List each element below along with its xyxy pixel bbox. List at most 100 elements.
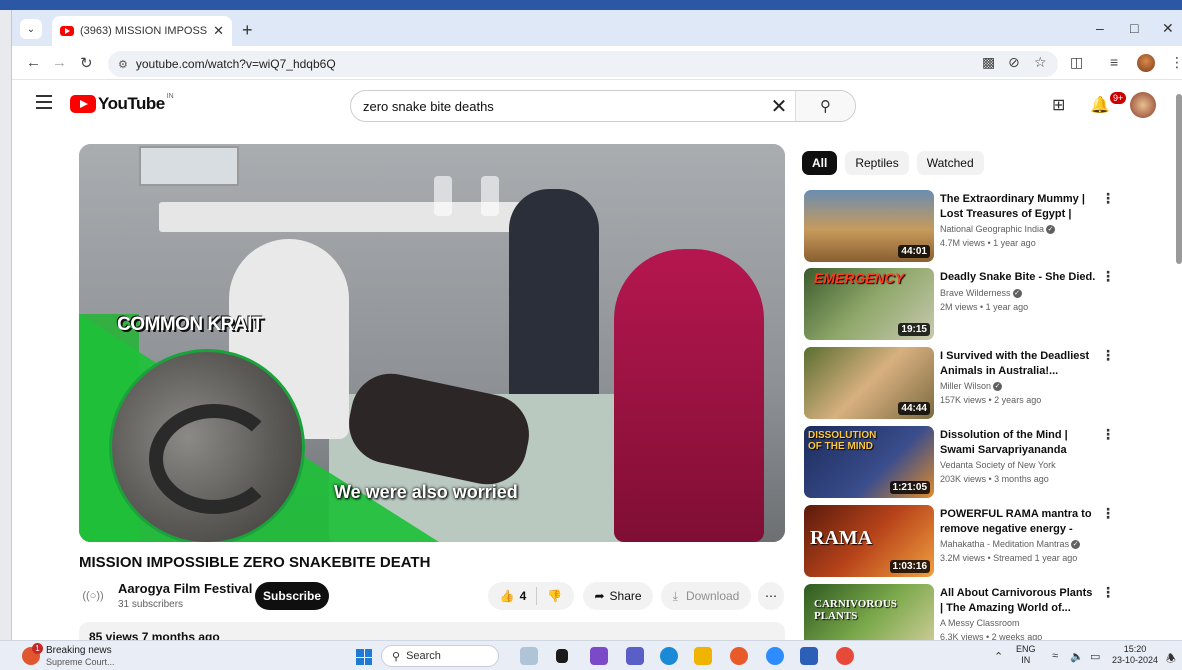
notification-center-icon[interactable]: 🕭 <box>1166 650 1176 669</box>
create-video-icon[interactable]: ⊞ <box>1052 95 1065 115</box>
battery-icon[interactable]: ▭ <box>1090 650 1100 663</box>
subscribe-button[interactable]: Subscribe <box>255 582 329 610</box>
download-button[interactable]: ⤓ Download <box>661 582 751 610</box>
recommendation-title[interactable]: The Extraordinary Mummy | Lost Treasures… <box>940 192 1096 222</box>
reload-icon[interactable]: ↻ <box>80 54 93 72</box>
search-button[interactable]: ⚲ <box>795 91 855 121</box>
maximize-icon[interactable]: □ <box>1130 20 1138 36</box>
notifications-bell-icon[interactable]: 🔔 <box>1090 95 1110 115</box>
recommendation-channel[interactable]: Mahakatha - Meditation Mantras ✓ <box>940 539 1081 550</box>
landscape-app-icon[interactable] <box>520 647 538 665</box>
recommendation-channel[interactable]: A Messy Classroom <box>940 618 1020 628</box>
browser-tab-active[interactable]: (3963) MISSION IMPOSSIBLE ZE ✕ <box>52 16 232 46</box>
minimize-icon[interactable]: – <box>1096 20 1104 36</box>
language-indicator[interactable]: ENG IN <box>1016 644 1036 666</box>
chrome-icon[interactable] <box>836 647 854 665</box>
firefox-icon[interactable] <box>730 647 748 665</box>
recommendation-title[interactable]: Dissolution of the Mind | Swami Sarvapri… <box>940 428 1096 458</box>
volume-muted-icon[interactable]: 🔈 <box>1070 650 1084 663</box>
wifi-icon[interactable]: ≈ <box>1052 650 1058 662</box>
thumbs-down-icon[interactable]: 👎 <box>547 589 562 603</box>
channel-avatar[interactable]: ((○)) <box>79 584 107 608</box>
clock-date: 23-10-2024 <box>1112 655 1159 665</box>
back-arrow-icon[interactable]: ← <box>26 54 41 71</box>
site-info-icon[interactable]: ⚙ <box>118 58 128 71</box>
close-tab-icon[interactable]: ✕ <box>213 23 224 39</box>
recommendation-thumbnail[interactable]: DISSOLUTION OF THE MIND 1:21:05 <box>804 426 934 498</box>
recommendation-item[interactable]: DISSOLUTION OF THE MIND 1:21:05 Dissolut… <box>804 426 1134 498</box>
zoom-icon[interactable] <box>766 647 784 665</box>
youtube-logo[interactable]: YouTube IN <box>70 92 174 114</box>
more-vertical-icon[interactable]: ⋮ <box>1101 347 1115 364</box>
recommendation-item[interactable]: 44:01 The Extraordinary Mummy | Lost Tre… <box>804 190 1134 262</box>
recommendation-item[interactable]: 44:44 I Survived with the Deadliest Anim… <box>804 347 1134 419</box>
recommendation-item[interactable]: CARNIVOROUS PLANTS All About Carnivorous… <box>804 584 1134 640</box>
recommendation-title[interactable]: I Survived with the Deadliest Animals in… <box>940 349 1096 379</box>
description-box[interactable]: 85 views 7 months ago <box>79 622 785 642</box>
search-input[interactable]: zero snake bite deaths <box>351 99 763 114</box>
forward-arrow-icon[interactable]: → <box>52 54 67 71</box>
browser-menu-icon[interactable]: ⋮ <box>1170 54 1182 71</box>
video-player[interactable]: COMMON KRAIT We were also worried <box>79 144 785 542</box>
taskbar-search[interactable]: ⚲ Search <box>381 645 499 667</box>
browser-profile-avatar[interactable] <box>1137 54 1155 72</box>
share-button[interactable]: ➦ Share <box>583 582 653 610</box>
chip-watched[interactable]: Watched <box>916 151 984 175</box>
country-code: IN <box>166 92 174 100</box>
new-tab-button[interactable]: + <box>242 20 253 41</box>
eye-off-icon[interactable]: ⊘ <box>1008 54 1020 71</box>
more-vertical-icon[interactable]: ⋮ <box>1101 584 1115 601</box>
clear-search-icon[interactable]: ✕ <box>763 94 795 119</box>
task-view-icon[interactable] <box>556 649 568 663</box>
more-vertical-icon[interactable]: ⋮ <box>1101 505 1115 522</box>
recommendation-thumbnail[interactable]: 44:01 <box>804 190 934 262</box>
more-vertical-icon[interactable]: ⋮ <box>1101 190 1115 207</box>
chip-all[interactable]: All <box>802 151 838 175</box>
edge-icon[interactable] <box>660 647 678 665</box>
video-duration: 19:15 <box>898 323 930 336</box>
copilot-icon[interactable] <box>590 647 608 665</box>
teams-icon[interactable] <box>626 647 644 665</box>
extensions-icon[interactable]: ◫ <box>1070 54 1083 71</box>
system-clock[interactable]: 15:20 23-10-2024 <box>1112 644 1158 666</box>
notification-badge: 9+ <box>1110 92 1127 104</box>
recommendation-title[interactable]: Deadly Snake Bite - She Died. <box>940 270 1096 285</box>
word-icon[interactable] <box>800 647 818 665</box>
recommendation-title[interactable]: POWERFUL RAMA mantra to remove negative … <box>940 507 1096 537</box>
video-duration: 44:01 <box>898 245 930 258</box>
chip-reptiles[interactable]: Reptiles <box>845 151 909 175</box>
recommendation-item[interactable]: RAMA 1:03:16 POWERFUL RAMA mantra to rem… <box>804 505 1134 577</box>
recommendation-thumbnail[interactable]: RAMA 1:03:16 <box>804 505 934 577</box>
news-title[interactable]: Breaking news <box>46 645 112 656</box>
url-field[interactable]: ⚙ youtube.com/watch?v=wiQ7_hdqb6Q <box>108 51 1058 77</box>
news-subtitle[interactable]: Supreme Court... <box>46 657 115 667</box>
recommendation-title[interactable]: All About Carnivorous Plants | The Amazi… <box>940 586 1096 616</box>
recommendation-channel[interactable]: Brave Wilderness ✓ <box>940 288 1022 299</box>
channel-name[interactable]: Aarogya Film Festival <box>118 581 252 596</box>
user-avatar[interactable] <box>1130 92 1156 118</box>
verified-check-icon: ✓ <box>1046 225 1056 235</box>
recommendation-thumbnail[interactable]: 44:44 <box>804 347 934 419</box>
more-vertical-icon[interactable]: ⋮ <box>1101 426 1115 443</box>
recommendation-channel[interactable]: Vedanta Society of New York <box>940 460 1056 470</box>
reading-list-icon[interactable]: ≡ <box>1110 54 1118 70</box>
tab-list-button[interactable]: ⌄ <box>20 19 42 39</box>
hamburger-menu-icon[interactable] <box>36 95 52 109</box>
file-explorer-icon[interactable] <box>694 647 712 665</box>
bookmark-star-icon[interactable]: ☆ <box>1034 54 1047 71</box>
more-vertical-icon[interactable]: ⋮ <box>1101 268 1115 285</box>
tray-chevron-icon[interactable]: ⌃ <box>994 650 1003 663</box>
cast-icon[interactable]: ▩ <box>982 54 995 71</box>
video-woman-saree-shape <box>614 249 764 542</box>
page-scrollbar[interactable] <box>1176 94 1182 264</box>
recommendation-channel[interactable]: National Geographic India ✓ <box>940 224 1056 235</box>
recommendation-meta: 4.7M views • 1 year ago <box>940 238 1036 248</box>
more-actions-button[interactable]: ⋯ <box>758 582 784 610</box>
thumbs-up-icon[interactable]: 👍 <box>500 589 515 603</box>
recommendation-channel[interactable]: Miller Wilson ✓ <box>940 381 1003 392</box>
recommendation-item[interactable]: EMERGENCY 19:15 Deadly Snake Bite - She … <box>804 268 1134 340</box>
close-window-icon[interactable]: ✕ <box>1162 20 1174 37</box>
recommendation-thumbnail[interactable]: EMERGENCY 19:15 <box>804 268 934 340</box>
recommendation-thumbnail[interactable]: CARNIVOROUS PLANTS <box>804 584 934 640</box>
windows-start-icon[interactable] <box>356 649 372 665</box>
